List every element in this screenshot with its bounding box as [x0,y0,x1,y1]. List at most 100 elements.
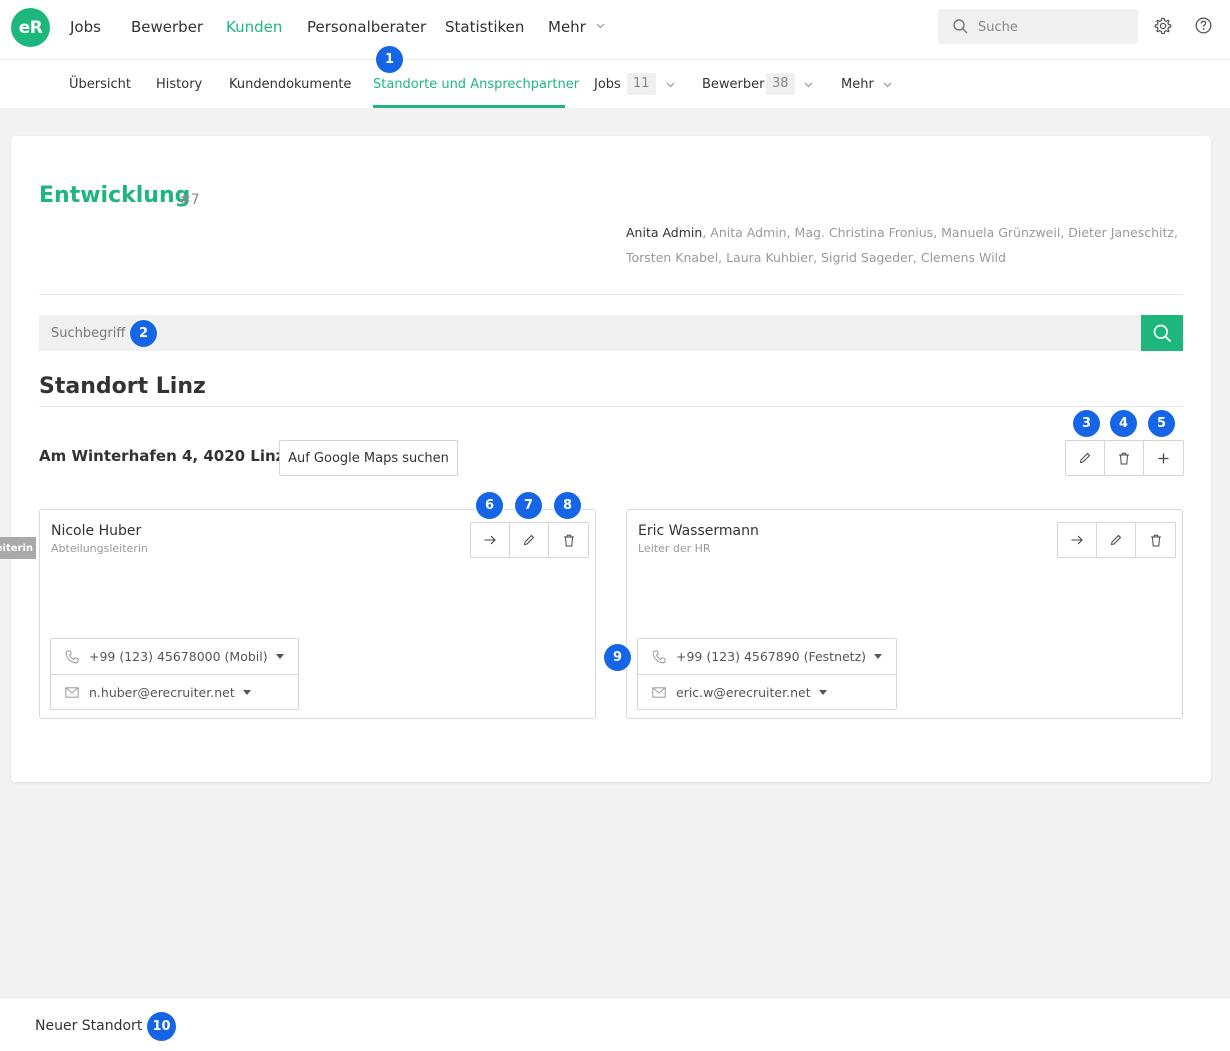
caret-down-icon [242,689,251,695]
arrow-right-icon [1071,535,1083,545]
contact-actions [470,522,589,558]
contact-name: Eric Wassermann [638,523,759,539]
owner-primary: Anita Admin [626,225,703,240]
new-location-button[interactable]: Neuer Standort [35,1018,142,1034]
pencil-icon [523,534,535,546]
move-contact-button[interactable] [1058,523,1097,557]
filter-search-button[interactable] [1141,315,1183,351]
app-logo[interactable]: eR [11,8,50,47]
chevron-down-icon[interactable] [883,82,892,88]
mail-icon [652,686,666,698]
email-dropdown[interactable]: n.huber@erecruiter.net [51,674,298,709]
delete-location-button[interactable] [1105,441,1144,475]
edit-contact-button[interactable] [1097,523,1136,557]
phone-dropdown[interactable]: +99 (123) 4567890 (Festnetz) [638,639,896,674]
annotation-badge: 1 [376,46,403,73]
location-title: Standort Linz [39,374,206,399]
annotation-badge: 5 [1148,410,1175,437]
location-actions [1065,440,1184,476]
phone-dropdown[interactable]: +99 (123) 45678000 (Mobil) [51,639,298,674]
contact-actions [1057,522,1176,558]
add-contact-button[interactable] [1144,441,1183,475]
tab-documents[interactable]: Kundendokumente [229,77,351,92]
caret-down-icon [275,654,284,659]
responsible-users: Anita Admin, Anita Admin, Mag. Christina… [626,220,1186,270]
jobs-count-badge: 11 [627,73,656,95]
plus-icon [1158,453,1169,463]
tab-jobs[interactable]: Jobs [594,77,621,92]
trash-icon [563,534,574,546]
edit-contact-button[interactable] [510,523,549,557]
delete-contact-button[interactable] [1136,523,1175,557]
phone-icon [652,650,666,663]
annotation-badge: 2 [130,320,157,347]
chevron-down-icon[interactable] [596,23,605,29]
annotation-badge: 10 [147,1012,176,1041]
email-dropdown[interactable]: eric.w@erecruiter.net [638,674,897,709]
global-search[interactable] [938,9,1138,44]
annotation-badge: 6 [476,492,503,519]
phone-number: +99 (123) 45678000 (Mobil) [89,649,268,664]
trash-icon [1150,534,1161,546]
help-icon[interactable] [1195,17,1212,34]
chevron-down-icon[interactable] [666,82,675,88]
customer-number: #7 [179,192,200,208]
main-card: Entwicklung #7 Anita Admin, Anita Admin,… [11,136,1211,782]
contact-details: +99 (123) 45678000 (Mobil) n.huber@erecr… [50,638,299,710]
chevron-down-icon[interactable] [804,82,813,88]
contact-card: Nicole Huber Abteilungsleiterin +99 (123… [39,509,596,719]
nav-item-jobs[interactable]: Jobs [70,18,101,36]
role-tooltip: Abteilungsleiterin [0,537,36,559]
mail-icon [65,686,79,698]
email-address: eric.w@erecruiter.net [676,684,811,700]
contact-card: Eric Wassermann Leiter der HR +99 (123) … [626,509,1183,719]
pencil-icon [1079,452,1091,464]
search-input[interactable] [978,16,1128,38]
contact-role: Leiter der HR [638,542,711,555]
edit-location-button[interactable] [1066,441,1105,475]
email-address: n.huber@erecruiter.net [89,684,235,700]
move-contact-button[interactable] [471,523,510,557]
google-maps-button[interactable]: Auf Google Maps suchen [279,440,458,476]
tooltip-text: Abteilungsleiterin [0,542,33,554]
trash-icon [1119,452,1129,464]
arrow-right-icon [484,535,496,545]
tab-history[interactable]: History [156,77,202,92]
tab-locations-contacts[interactable]: Standorte und Ansprechpartner [373,77,579,92]
caret-down-icon [874,654,883,659]
filter-input[interactable] [51,322,351,344]
owners-list: , Anita Admin, Mag. Christina Fronius, M… [626,225,1178,265]
annotation-badge: 7 [515,492,542,519]
annotation-badge: 9 [604,644,631,671]
pencil-icon [1110,534,1122,546]
contact-role: Abteilungsleiterin [51,542,148,555]
gear-icon[interactable] [1154,17,1172,35]
search-icon [1153,324,1171,342]
filter-bar[interactable] [39,315,1141,351]
nav-item-bewerber[interactable]: Bewerber [131,18,203,36]
annotation-badge: 8 [554,492,581,519]
contact-name: Nicole Huber [51,523,142,539]
contact-details: +99 (123) 4567890 (Festnetz) eric.w@erec… [637,638,898,710]
applicants-count-badge: 38 [766,73,795,95]
nav-item-kunden[interactable]: Kunden [226,18,282,36]
nav-item-statistiken[interactable]: Statistiken [445,18,524,36]
annotation-badge: 3 [1073,410,1100,437]
nav-item-personalberater[interactable]: Personalberater [307,18,426,36]
phone-icon [65,650,79,663]
footer-bar: Neuer Standort [0,997,1230,1051]
customer-subnavigation: Übersicht History Kundendokumente Stando… [0,60,1230,108]
active-tab-indicator [373,105,565,108]
tab-more[interactable]: Mehr [841,77,874,92]
tab-applicants[interactable]: Bewerber [702,77,765,92]
delete-contact-button[interactable] [549,523,588,557]
nav-item-mehr[interactable]: Mehr [548,18,586,36]
phone-number: +99 (123) 4567890 (Festnetz) [676,649,867,664]
top-navigation: eR Jobs Bewerber Kunden Personalberater … [0,0,1230,60]
annotation-badge: 4 [1110,410,1137,437]
caret-down-icon [818,689,827,695]
divider [39,294,1183,295]
tab-overview[interactable]: Übersicht [69,77,131,92]
page-title: Entwicklung [39,183,191,208]
search-icon [953,19,968,34]
